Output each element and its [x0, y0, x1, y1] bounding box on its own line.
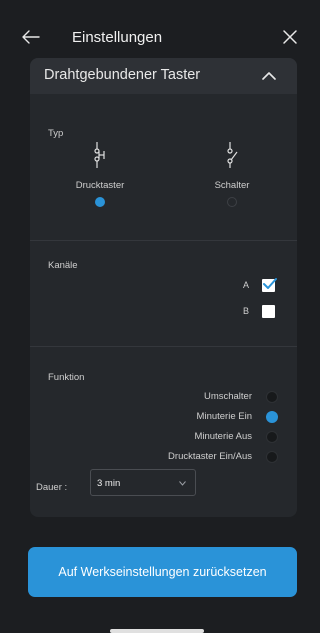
channel-checkbox-a[interactable]	[262, 278, 277, 292]
duration-label: Dauer :	[36, 482, 68, 493]
function-radio[interactable]	[266, 431, 278, 443]
channel-label: A	[243, 280, 250, 290]
divider	[30, 240, 297, 241]
function-option-minuterie-ein[interactable]: Minuterie Ein	[120, 409, 290, 425]
panel-header[interactable]: Drahtgebundener Taster	[30, 58, 297, 94]
chevron-down-icon	[179, 481, 186, 486]
switch-symbol-icon	[227, 142, 238, 168]
duration-select[interactable]: 3 min	[90, 469, 196, 496]
function-option-umschalter[interactable]: Umschalter	[120, 389, 290, 405]
panel-title: Drahtgebundener Taster	[44, 67, 201, 83]
type-radio-schalter[interactable]	[227, 197, 237, 207]
function-option-label: Drucktaster Ein/Aus	[168, 451, 252, 462]
function-option-label: Minuterie Aus	[194, 431, 252, 442]
function-radio[interactable]	[266, 411, 278, 423]
channels-section-label: Kanäle	[48, 260, 78, 271]
home-indicator	[110, 629, 204, 633]
channel-label: B	[243, 306, 250, 316]
type-option-label: Schalter	[214, 180, 250, 191]
function-section-label: Funktion	[48, 372, 85, 383]
arrow-left-icon[interactable]	[22, 30, 40, 44]
channel-row-b[interactable]: B	[230, 304, 290, 320]
chevron-up-icon[interactable]	[262, 71, 276, 80]
type-section-label: Typ	[48, 128, 64, 139]
type-option-drucktaster[interactable]: Drucktaster	[60, 140, 140, 207]
checkmark-icon	[263, 278, 277, 289]
page-title: Einstellungen	[72, 29, 163, 46]
type-radio-drucktaster[interactable]	[95, 197, 105, 207]
function-option-label: Umschalter	[203, 391, 252, 402]
factory-reset-button[interactable]: Auf Werkseinstellungen zurücksetzen	[28, 547, 297, 597]
type-option-schalter[interactable]: Schalter	[192, 140, 272, 207]
channel-row-a[interactable]: A	[230, 278, 290, 294]
function-option-drucktaster-ein-aus[interactable]: Drucktaster Ein/Aus	[120, 449, 290, 465]
function-option-minuterie-aus[interactable]: Minuterie Aus	[120, 429, 290, 445]
function-radio[interactable]	[266, 391, 278, 403]
close-icon[interactable]	[282, 29, 298, 45]
function-option-label: Minuterie Ein	[196, 411, 252, 422]
wired-button-panel: Drahtgebundener Taster Typ Drucktaster S…	[30, 58, 297, 517]
duration-value: 3 min	[97, 478, 121, 489]
type-option-label: Drucktaster	[75, 180, 125, 191]
push-button-symbol-icon	[94, 142, 105, 168]
divider	[30, 346, 297, 347]
function-radio[interactable]	[266, 451, 278, 463]
channel-checkbox-b[interactable]	[262, 305, 275, 318]
